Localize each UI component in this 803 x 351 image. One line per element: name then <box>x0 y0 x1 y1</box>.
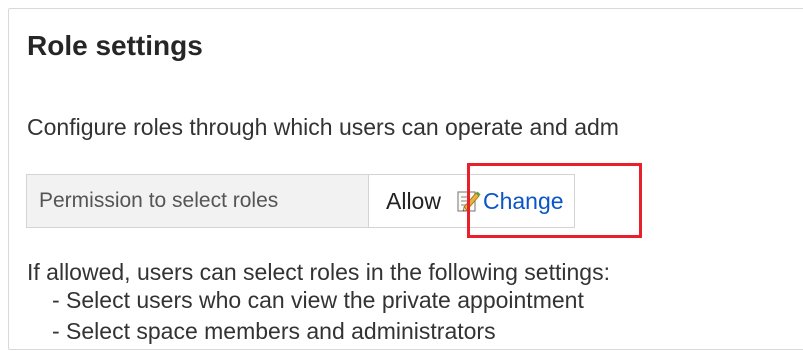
allowed-info-text: If allowed, users can select roles in th… <box>27 259 610 285</box>
role-permission-row: Permission to select roles Allow Change <box>26 174 575 228</box>
role-permission-label: Permission to select roles <box>27 175 369 227</box>
list-item: - Select space members and administrator… <box>52 318 496 344</box>
change-link[interactable]: Change <box>455 188 564 215</box>
settings-list: - Select users who can view the private … <box>52 289 584 351</box>
role-permission-value: Allow <box>386 187 441 214</box>
page-title: Role settings <box>27 30 203 61</box>
role-permission-value-cell: Allow Change <box>369 175 574 227</box>
edit-pencil-icon <box>457 191 481 212</box>
change-link-label: Change <box>482 187 564 214</box>
page-description: Configure roles through which users can … <box>27 114 619 140</box>
list-item: - Select users who can view the private … <box>52 287 584 313</box>
